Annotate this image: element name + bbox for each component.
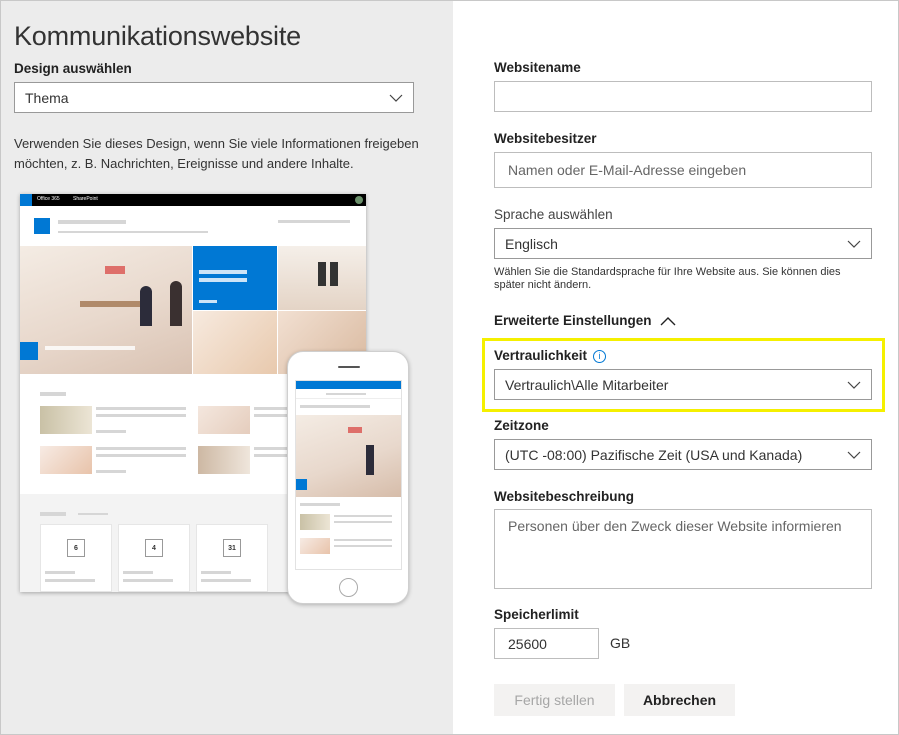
mobile-line [300,405,370,408]
mobile-screen [295,380,402,570]
event-date: 4 [145,539,163,557]
event-card: 4 [118,524,190,592]
preview-suitebar: Office 365 SharePoint [20,194,366,206]
mobile-line [334,539,392,541]
event-line [45,571,75,574]
chevron-up-icon [660,316,676,325]
news-line [96,414,186,417]
description-label: Websitebeschreibung [494,489,635,504]
events-heading-placeholder [40,512,66,516]
owner-placeholder: Namen oder E-Mail-Adresse eingeben [508,162,747,178]
chevron-down-icon [847,240,861,248]
privacy-select[interactable]: Vertraulich\Alle Mitarbeiter [494,369,872,400]
language-help-text: Wählen Sie die Standardsprache für Ihre … [494,266,841,291]
design-description: Verwenden Sie dieses Design, wenn Sie vi… [14,136,419,171]
site-title-placeholder [58,220,126,224]
event-line [45,579,95,582]
hero-tile-featured [193,246,277,310]
storage-label: Speicherlimit [494,607,579,622]
hero-photo [20,246,192,374]
mobile-hero-photo [296,415,401,497]
phone-home-button [339,578,358,597]
design-panel: Kommunikationswebsite Design auswählen T… [1,1,453,734]
event-date: 6 [67,539,85,557]
mobile-news-thumb [300,538,330,554]
news-thumb-4 [198,446,250,474]
chevron-down-icon [389,94,403,102]
mobile-line [300,503,340,506]
event-card: 6 [40,524,112,592]
owner-input[interactable]: Namen oder E-Mail-Adresse eingeben [494,152,872,188]
waffle-icon [20,194,32,206]
owner-label: Websitebesitzer [494,131,597,146]
info-icon[interactable]: i [593,350,607,363]
preview-site-name: SharePoint [73,196,98,202]
timezone-label: Zeitzone [494,418,549,433]
page-title: Kommunikationswebsite [14,21,301,51]
design-preview-image: Office 365 SharePoint 6 4 31 [20,194,409,604]
site-logo [34,218,50,234]
storage-input[interactable]: 25600 [494,628,599,659]
cancel-button[interactable]: Abbrechen [624,684,735,716]
chevron-down-icon [847,451,861,459]
finish-button[interactable]: Fertig stellen [494,684,615,716]
site-name-label: Websitename [494,60,581,75]
news-line [96,454,186,457]
language-select[interactable]: Englisch [494,228,872,259]
preview-app-name: Office 365 [37,196,60,202]
mobile-preview [287,351,409,604]
news-thumb-1 [40,406,92,434]
mobile-news-thumb [300,514,330,530]
event-line [123,571,153,574]
chevron-down-icon [847,381,861,389]
nav-placeholder [58,231,208,233]
privacy-label-row: Vertraulichkeit i [494,348,607,363]
news-line [96,407,186,410]
hero-tile-3 [193,311,277,374]
language-select-value: Englisch [505,235,558,252]
news-line [96,470,126,473]
description-placeholder: Personen über den Zweck dieser Website i… [508,518,842,534]
news-line [96,430,126,433]
event-line [201,579,251,582]
mobile-line [334,521,392,523]
hero-tile-2 [278,246,366,310]
follow-placeholder [278,220,350,223]
site-name-input[interactable] [494,81,872,112]
description-textarea[interactable]: Personen über den Zweck dieser Website i… [494,509,872,589]
privacy-select-value: Vertraulich\Alle Mitarbeiter [505,376,669,393]
mobile-line [326,393,366,395]
news-line [96,447,186,450]
timezone-select[interactable]: (UTC -08:00) Pazifische Zeit (USA und Ka… [494,439,872,470]
phone-speaker [338,366,360,368]
design-select[interactable]: Thema [14,82,414,113]
avatar [355,196,363,204]
design-label: Design auswählen [14,61,132,76]
mobile-statusbar [296,381,401,389]
news-heading-placeholder [40,392,66,396]
event-date: 31 [223,539,241,557]
mobile-line [334,515,392,517]
advanced-settings-label: Erweiterte Einstellungen [494,313,652,328]
advanced-settings-toggle[interactable]: Erweiterte Einstellungen [494,313,676,328]
design-select-value: Thema [25,89,69,106]
event-line [123,579,173,582]
storage-unit: GB [610,635,631,651]
event-card: 31 [196,524,268,592]
mobile-line [334,545,392,547]
news-thumb-2 [198,406,250,434]
privacy-label: Vertraulichkeit [494,348,588,363]
events-subheading-placeholder [78,513,108,515]
timezone-select-value: (UTC -08:00) Pazifische Zeit (USA und Ka… [505,446,803,463]
news-thumb-3 [40,446,92,474]
language-label: Sprache auswählen [494,207,613,222]
event-line [201,571,231,574]
